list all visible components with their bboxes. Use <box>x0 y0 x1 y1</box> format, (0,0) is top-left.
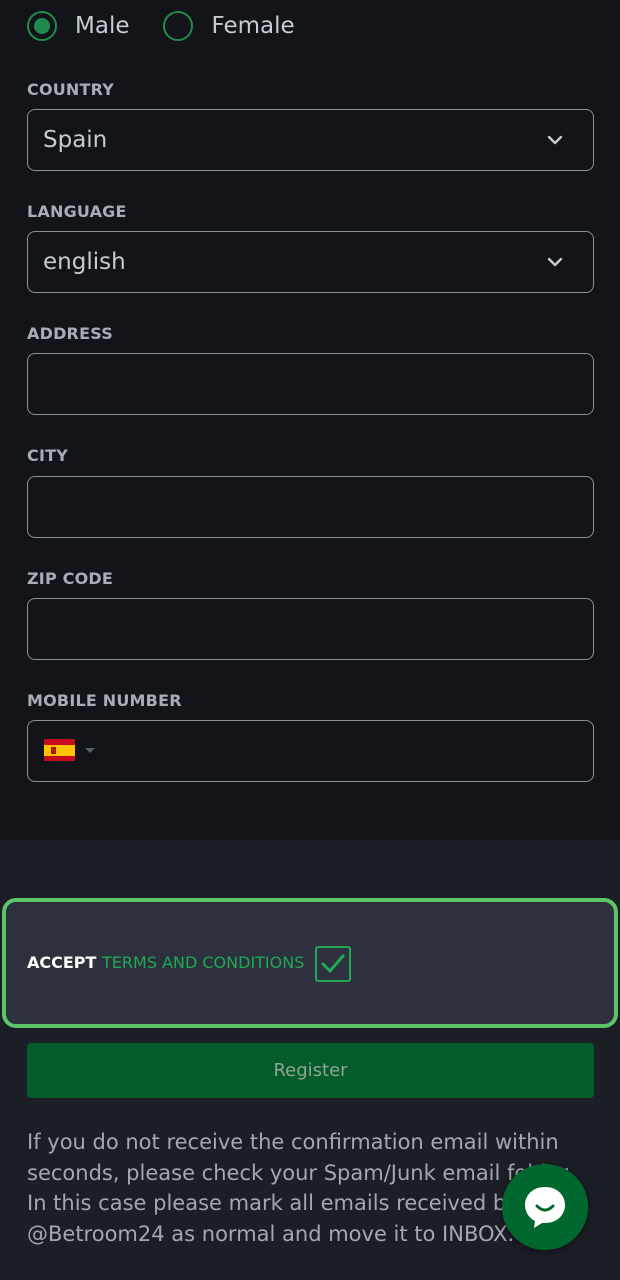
caret-down-icon <box>85 747 95 753</box>
country-label: COUNTRY <box>27 80 115 99</box>
registration-page: Male Female COUNTRY Spain LANGUAGE engli… <box>0 0 620 1280</box>
address-field-box <box>27 353 594 415</box>
zip-code-input[interactable] <box>28 599 593 659</box>
chevron-down-icon <box>547 257 563 267</box>
mobile-number-label: MOBILE NUMBER <box>27 691 182 710</box>
language-select[interactable]: english <box>27 231 594 293</box>
mobile-number-input[interactable] <box>108 721 582 783</box>
register-button[interactable]: Register <box>27 1043 594 1098</box>
female-label: Female <box>211 13 295 39</box>
zip-code-field-box <box>27 598 594 660</box>
chat-button[interactable] <box>502 1164 588 1250</box>
male-label: Male <box>75 13 130 39</box>
language-label: LANGUAGE <box>27 202 127 221</box>
gender-female-option[interactable]: Female <box>163 11 295 41</box>
spain-flag-icon <box>44 739 75 761</box>
male-radio[interactable] <box>27 11 57 41</box>
city-input[interactable] <box>28 477 593 537</box>
chat-icon <box>525 1187 565 1228</box>
terms-and-conditions-link[interactable]: TERMS AND CONDITIONS <box>102 953 304 972</box>
country-value: Spain <box>43 127 108 153</box>
terms-section: ACCEPT TERMS AND CONDITIONS <box>2 898 618 1028</box>
city-field-box <box>27 476 594 538</box>
check-icon <box>321 954 345 973</box>
terms-text: ACCEPT TERMS AND CONDITIONS <box>27 902 304 1024</box>
country-select[interactable]: Spain <box>27 109 594 171</box>
female-radio[interactable] <box>163 11 194 41</box>
accept-terms-checkbox[interactable] <box>315 946 351 982</box>
mobile-number-field-box <box>27 720 594 783</box>
city-label: CITY <box>27 446 68 465</box>
zip-code-label: ZIP CODE <box>27 569 114 588</box>
chevron-down-icon <box>547 135 563 145</box>
gender-radio-group: Male Female <box>27 8 329 44</box>
radio-selected-dot <box>34 18 50 34</box>
language-value: english <box>43 249 126 275</box>
accept-label: ACCEPT <box>27 953 97 972</box>
gender-male-option[interactable]: Male <box>27 11 129 41</box>
address-input[interactable] <box>28 354 593 414</box>
country-code-selector[interactable] <box>44 739 95 761</box>
address-label: ADDRESS <box>27 324 113 343</box>
